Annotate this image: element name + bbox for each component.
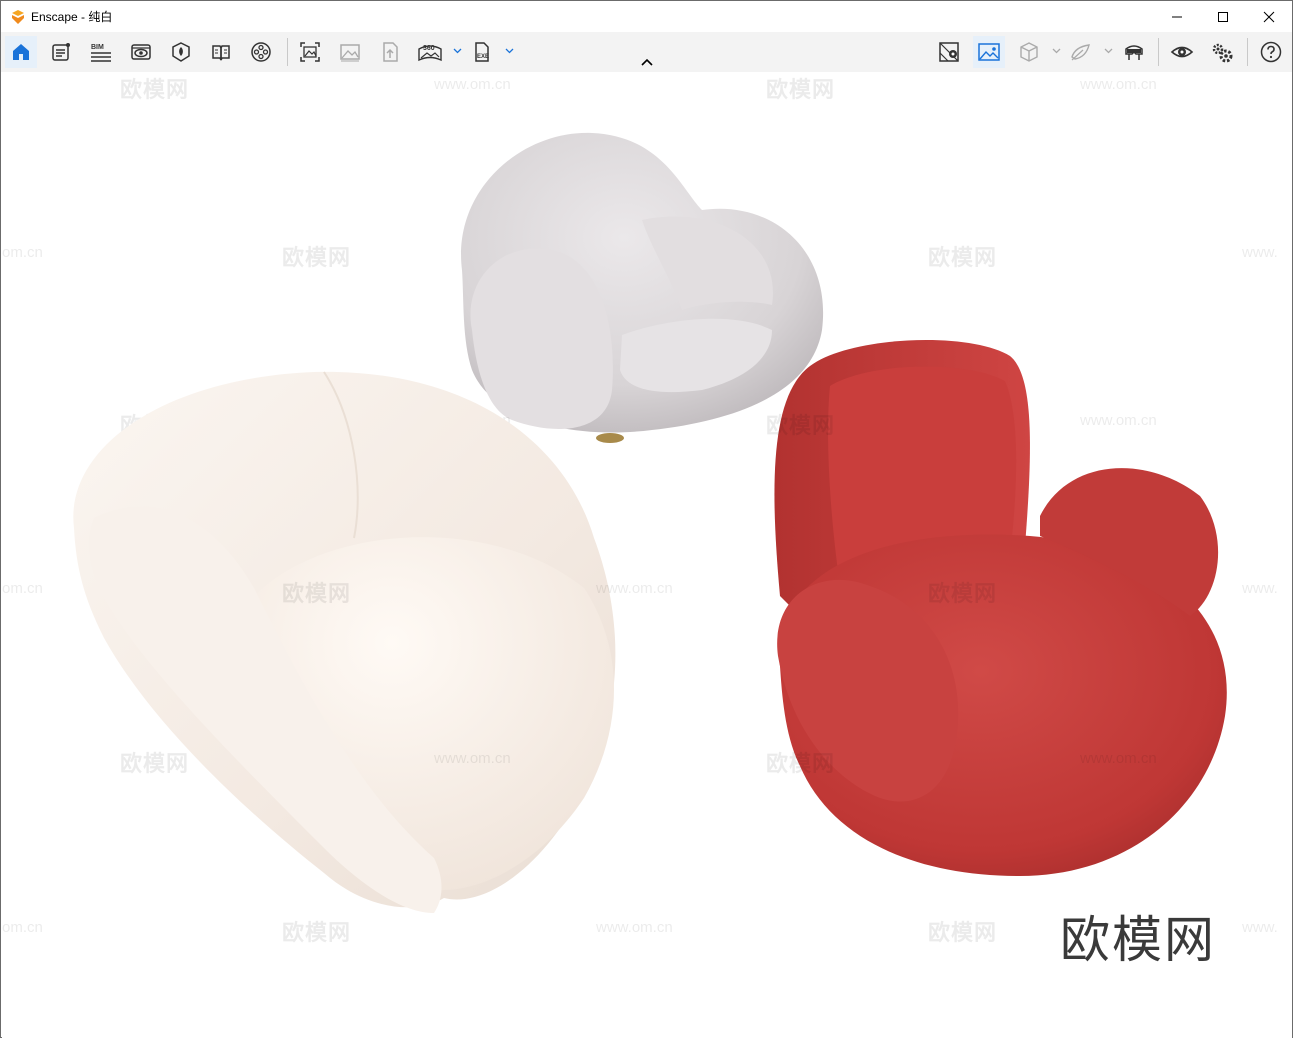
orthographic-icon bbox=[1020, 42, 1038, 62]
close-icon bbox=[1263, 11, 1275, 22]
screenshot-button[interactable] bbox=[294, 36, 326, 68]
live-updates-icon bbox=[1170, 46, 1194, 58]
watermark-url: www.om.cn bbox=[1080, 412, 1157, 429]
notes-icon bbox=[52, 43, 70, 61]
title-bar: Enscape - 纯白 bbox=[1, 1, 1292, 32]
settings-button[interactable] bbox=[1206, 36, 1238, 68]
watermark-url: www.om.cn bbox=[434, 750, 511, 767]
sync-views-button[interactable] bbox=[973, 36, 1005, 68]
window-title: Enscape - 纯白 bbox=[31, 10, 113, 24]
settings-icon bbox=[1212, 43, 1233, 63]
watermark: 欧模网 bbox=[120, 77, 190, 102]
render-viewport[interactable]: 欧模网 www.om.cn 欧模网 www.om.cn om.cn 欧模网 ww… bbox=[2, 72, 1292, 1038]
om-logo-watermark: 欧模网 bbox=[1060, 911, 1216, 969]
material-editor-icon bbox=[212, 45, 230, 61]
enscape-logo-icon bbox=[12, 9, 24, 24]
home-icon bbox=[13, 44, 29, 60]
batch-render-button[interactable] bbox=[334, 36, 366, 68]
watermark: 欧模网 bbox=[282, 245, 352, 270]
collapse-toolbar-icon[interactable] bbox=[640, 57, 654, 67]
white-armchair bbox=[73, 371, 616, 913]
exe-dropdown[interactable] bbox=[504, 46, 514, 56]
panorama-icon: 360 bbox=[418, 45, 442, 62]
chevron-down-icon bbox=[505, 48, 513, 54]
watermark-url: www.om.cn bbox=[596, 580, 673, 597]
help-button[interactable] bbox=[1255, 36, 1287, 68]
panorama-button[interactable]: 360 bbox=[414, 36, 446, 68]
orthographic-dropdown[interactable] bbox=[1051, 46, 1061, 56]
watermark: 欧模网 bbox=[766, 77, 836, 102]
close-button[interactable] bbox=[1246, 1, 1292, 32]
section-dropdown[interactable] bbox=[1103, 46, 1113, 56]
view-management-button[interactable] bbox=[933, 36, 965, 68]
watermark-url: www.om.cn bbox=[434, 76, 511, 93]
toolbar-separator bbox=[287, 38, 288, 66]
minimize-button[interactable] bbox=[1154, 1, 1200, 32]
orthographic-button[interactable] bbox=[1013, 36, 1045, 68]
watermark: 欧模网 bbox=[928, 245, 998, 270]
watermark-url: www.om.cn bbox=[1080, 750, 1157, 767]
upload-button[interactable] bbox=[374, 36, 406, 68]
svg-text:EXE: EXE bbox=[477, 54, 489, 60]
help-icon bbox=[1260, 41, 1282, 63]
panorama-dropdown[interactable] bbox=[452, 46, 462, 56]
watermark-url: www.om.cn bbox=[596, 919, 673, 936]
batch-render-icon bbox=[340, 44, 360, 62]
material-editor-button[interactable] bbox=[205, 36, 237, 68]
watermark: 欧模网 bbox=[282, 581, 352, 606]
section-button[interactable] bbox=[1065, 36, 1097, 68]
watermark: 欧模网 bbox=[928, 581, 998, 606]
watermark-url: om.cn bbox=[2, 580, 43, 597]
minimize-icon bbox=[1172, 16, 1182, 17]
chevron-down-icon bbox=[1052, 48, 1060, 54]
upload-icon bbox=[383, 42, 398, 62]
chevron-down-icon bbox=[1104, 48, 1112, 54]
standalone-exe-icon: EXE bbox=[475, 42, 489, 62]
view-management-icon bbox=[939, 42, 959, 62]
watermark: 欧模网 bbox=[120, 751, 190, 776]
asset-library-icon bbox=[172, 42, 190, 62]
section-icon bbox=[1071, 44, 1090, 61]
sync-views-icon bbox=[978, 43, 1000, 61]
vr-headset-icon bbox=[1125, 45, 1143, 60]
watermark-url: www.om.cn bbox=[1080, 76, 1157, 93]
live-updates-button[interactable] bbox=[1166, 36, 1198, 68]
standalone-exe-button[interactable]: EXE bbox=[466, 36, 498, 68]
toolbar-separator bbox=[1247, 38, 1248, 66]
screenshot-icon bbox=[300, 42, 320, 62]
watermark-url: om.cn bbox=[2, 919, 43, 936]
window-controls bbox=[1154, 1, 1292, 32]
watermark: 欧模网 bbox=[282, 920, 352, 945]
watermark: 欧模网 bbox=[766, 751, 836, 776]
visual-settings-icon bbox=[131, 44, 151, 60]
enscape-window: Enscape - 纯白 BIM 360 EXE 欧模网 www.om.cn 欧… bbox=[0, 0, 1293, 1038]
bim-button[interactable]: BIM bbox=[85, 36, 117, 68]
watermark: 欧模网 bbox=[766, 413, 836, 438]
notes-button[interactable] bbox=[45, 36, 77, 68]
video-editor-icon bbox=[251, 42, 271, 62]
watermark-url: www. bbox=[1242, 580, 1278, 597]
svg-text:BIM: BIM bbox=[91, 44, 104, 51]
watermark-url: www. bbox=[1242, 919, 1278, 936]
video-editor-button[interactable] bbox=[245, 36, 277, 68]
maximize-button[interactable] bbox=[1200, 1, 1246, 32]
bim-icon: BIM bbox=[91, 44, 111, 62]
asset-library-button[interactable] bbox=[165, 36, 197, 68]
red-armchair bbox=[774, 339, 1227, 876]
visual-settings-button[interactable] bbox=[125, 36, 157, 68]
watermark: 欧模网 bbox=[928, 920, 998, 945]
chevron-down-icon bbox=[453, 48, 461, 54]
watermark-url: om.cn bbox=[2, 244, 43, 261]
vr-headset-button[interactable] bbox=[1118, 36, 1150, 68]
home-button[interactable] bbox=[5, 36, 37, 68]
maximize-icon bbox=[1218, 11, 1228, 22]
watermark-url: www. bbox=[1242, 244, 1278, 261]
toolbar-separator bbox=[1158, 38, 1159, 66]
